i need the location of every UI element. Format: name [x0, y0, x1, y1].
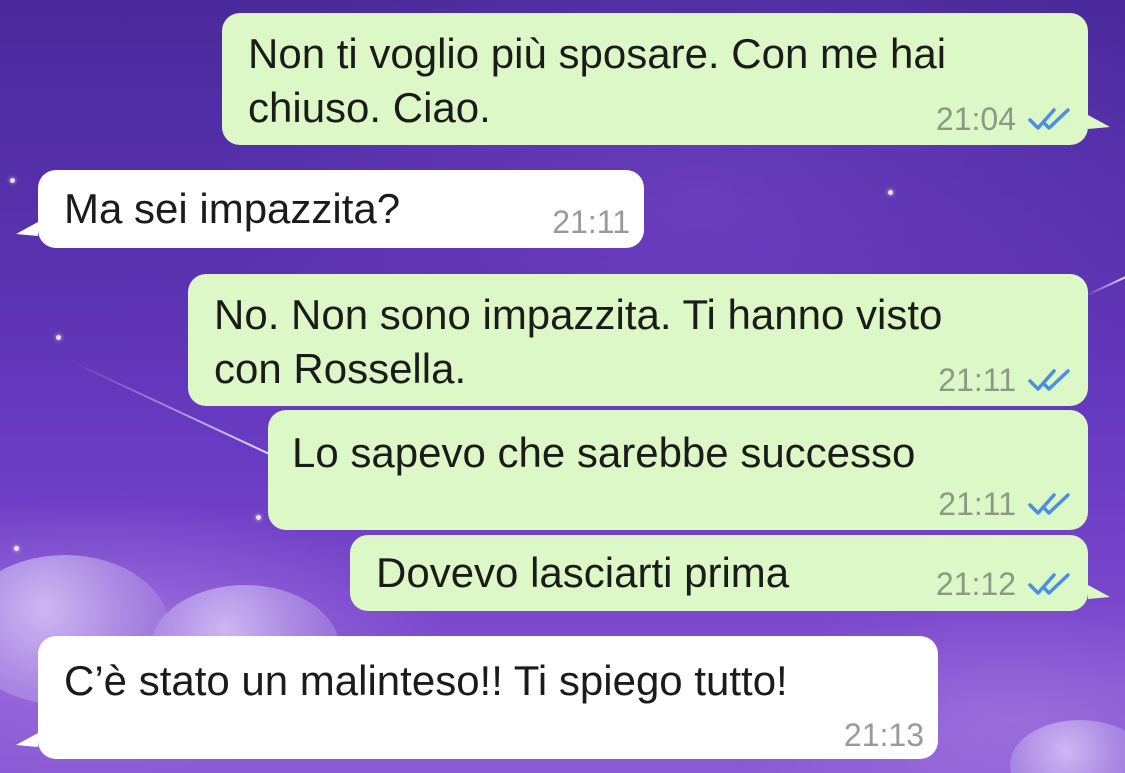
- message-text: Lo sapevo che sarebbe successo: [292, 429, 916, 476]
- message-bubble-outgoing[interactable]: Non ti voglio più sposare. Con me hai ch…: [222, 13, 1088, 145]
- message-time: 21:12: [935, 566, 1016, 602]
- message-meta: 21:13: [844, 715, 924, 755]
- message-meta: 21:11: [938, 360, 1074, 400]
- message-bubble-incoming[interactable]: Ma sei impazzita? 21:11: [38, 170, 644, 248]
- message-meta: 21:11: [552, 202, 630, 242]
- bubble-tail: [16, 733, 38, 747]
- message-text: Dovevo lasciarti prima: [376, 549, 790, 596]
- message-time: 21:11: [938, 486, 1016, 522]
- message-time: 21:04: [935, 101, 1016, 137]
- message-time: 21:11: [938, 362, 1016, 398]
- bubble-tail: [1088, 585, 1110, 599]
- star-decoration: [256, 515, 261, 520]
- message-bubble-outgoing[interactable]: Dovevo lasciarti prima 21:12: [350, 535, 1088, 611]
- message-bubble-outgoing[interactable]: No. Non sono impazzita. Ti hanno visto c…: [188, 274, 1088, 406]
- message-bubble-outgoing[interactable]: Lo sapevo che sarebbe successo 21:11: [268, 410, 1088, 530]
- message-text: C’è stato un malinteso!! Ti spiego tutto…: [64, 657, 788, 704]
- message-text: Non ti voglio più sposare. Con me hai ch…: [248, 30, 947, 131]
- star-decoration: [56, 335, 61, 340]
- message-meta: 21:11: [938, 484, 1074, 524]
- message-time: 21:11: [552, 204, 630, 240]
- message-bubble-incoming[interactable]: C’è stato un malinteso!! Ti spiego tutto…: [38, 636, 938, 759]
- message-meta: 21:04: [936, 99, 1074, 139]
- message-meta: 21:12: [936, 564, 1074, 604]
- read-double-check-icon: [1028, 107, 1074, 131]
- message-text: No. Non sono impazzita. Ti hanno visto c…: [214, 291, 943, 392]
- star-decoration: [14, 546, 19, 551]
- message-time: 21:13: [843, 717, 924, 753]
- read-double-check-icon: [1028, 572, 1074, 596]
- read-double-check-icon: [1028, 492, 1074, 516]
- message-text: Ma sei impazzita?: [64, 185, 401, 232]
- planet-decoration: [1010, 720, 1125, 773]
- bubble-tail: [16, 222, 38, 236]
- shooting-star-decoration: [1084, 276, 1125, 297]
- read-double-check-icon: [1028, 368, 1074, 392]
- star-decoration: [10, 178, 15, 183]
- star-decoration: [888, 190, 893, 195]
- bubble-tail: [1088, 115, 1110, 129]
